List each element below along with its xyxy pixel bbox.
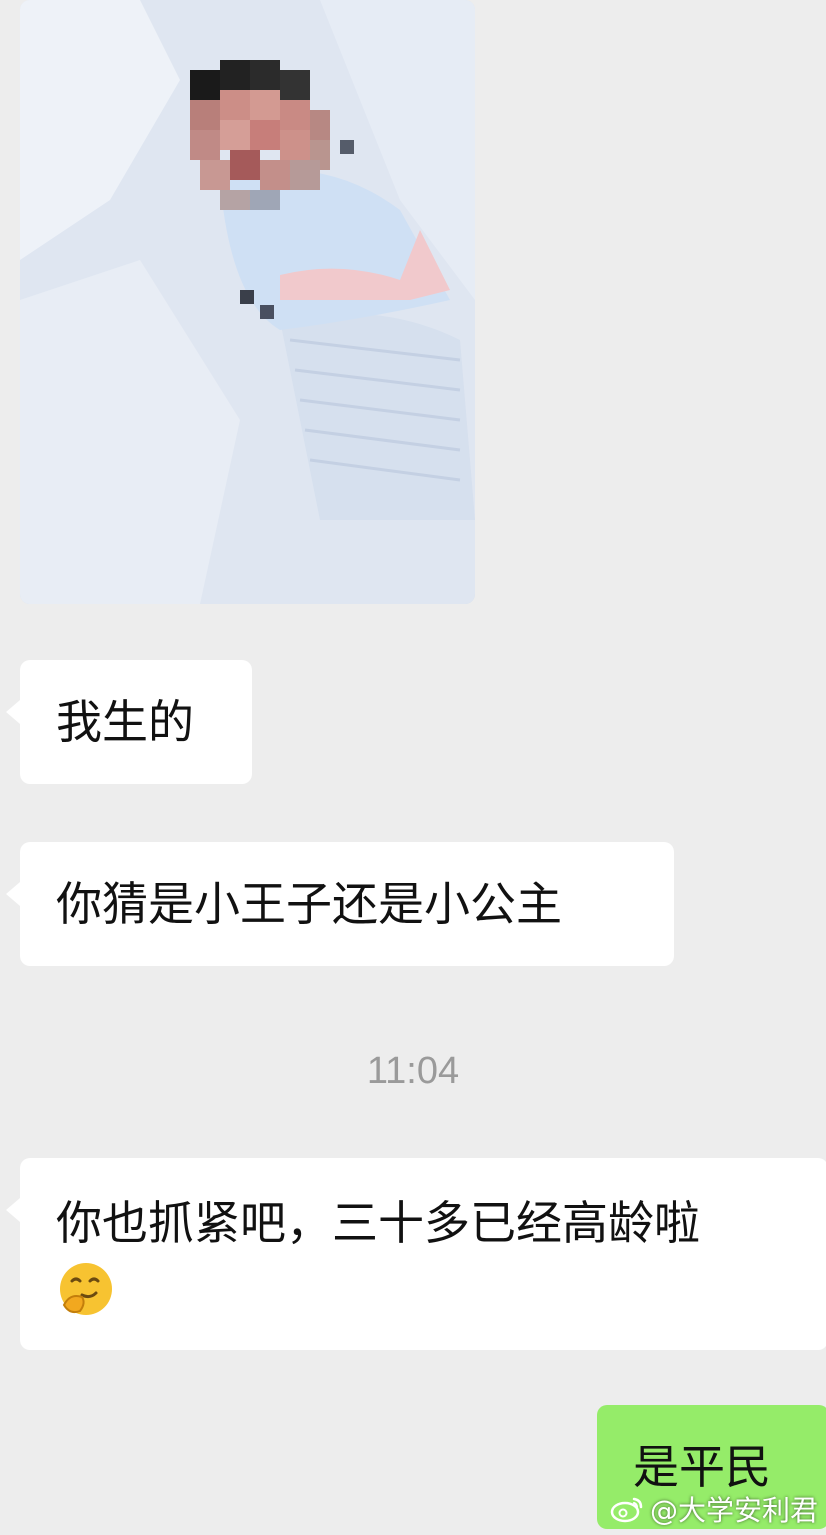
weibo-icon (610, 1497, 643, 1523)
message-timestamp: 11:04 (366, 1050, 460, 1092)
message-text: 你猜是小王子还是小公主 (56, 877, 562, 931)
watermark-text: @大学安利君 (649, 1494, 818, 1527)
message-text: 是平民 (633, 1440, 771, 1494)
message-text: 我生的 (56, 695, 194, 749)
incoming-message[interactable]: 我生的 (6, 660, 252, 784)
chat-window: 我生的 你猜是小王子还是小公主 11:04 你也抓紧吧，三十多已经高龄啦 是平民… (0, 0, 826, 1535)
covering-mouth-smile-emoji-icon (60, 1262, 112, 1315)
message-text: 你也抓紧吧，三十多已经高龄啦 (56, 1196, 700, 1250)
watermark: @大学安利君 (610, 1489, 818, 1529)
photo-message[interactable] (20, 0, 475, 604)
baby-photo (20, 0, 475, 604)
incoming-message[interactable]: 你也抓紧吧，三十多已经高龄啦 (6, 1158, 826, 1350)
incoming-message[interactable]: 你猜是小王子还是小公主 (6, 842, 674, 966)
